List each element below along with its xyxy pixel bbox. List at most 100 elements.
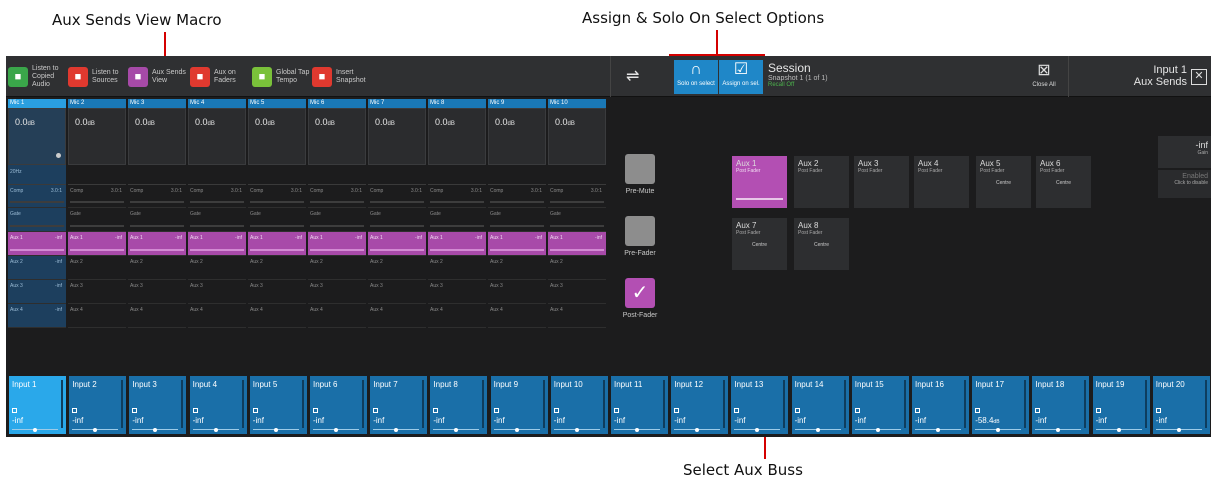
input-channel[interactable]: Input 15 -inf bbox=[851, 376, 909, 434]
input-channel[interactable]: Input 20 -inf bbox=[1152, 376, 1210, 434]
input-fader-knob[interactable] bbox=[815, 428, 820, 432]
close-panel-button[interactable]: ✕ bbox=[1191, 69, 1207, 85]
aux-tile-5[interactable]: Aux 5 Post Fader Centre bbox=[976, 156, 1031, 208]
input-fader-knob[interactable] bbox=[574, 428, 579, 432]
strip-hpf[interactable] bbox=[548, 165, 606, 185]
strip-gate[interactable]: Gate bbox=[428, 208, 486, 232]
enabled-toggle[interactable]: Enabled Click to disable bbox=[1158, 170, 1211, 198]
strip-aux-4-send[interactable]: Aux 4 bbox=[248, 304, 306, 328]
input-fader-knob[interactable] bbox=[875, 428, 880, 432]
input-fader-knob[interactable] bbox=[1176, 428, 1181, 432]
strip-aux-1-send[interactable]: Aux 1 -inf bbox=[548, 232, 606, 256]
input-fader-knob[interactable] bbox=[213, 428, 218, 432]
strip-aux-1-send[interactable]: Aux 1 -inf bbox=[188, 232, 246, 256]
toolbar-button-tap-tempo[interactable]: ■ Global Tap Tempo bbox=[252, 65, 310, 89]
strip-aux-2-send[interactable]: Aux 2 bbox=[488, 256, 546, 280]
strip-aux-4-send[interactable]: Aux 4 -inf bbox=[8, 304, 66, 328]
strip-comp[interactable]: Comp 3.0:1 bbox=[368, 185, 426, 208]
strip-aux-3-send[interactable]: Aux 3 bbox=[368, 280, 426, 304]
input-fader-knob[interactable] bbox=[635, 428, 639, 432]
toolbar-button-aux-sends[interactable]: ■ Aux Sends View bbox=[128, 65, 186, 89]
channel-strip[interactable]: Mic 10 0.0dB Comp 3.0:1 Gate Aux 1 -inf Aux 2 Au… bbox=[548, 99, 606, 369]
strip-gate[interactable]: Gate bbox=[128, 208, 186, 232]
input-channel[interactable]: Input 6 -inf bbox=[310, 376, 367, 434]
strip-hpf[interactable] bbox=[128, 165, 186, 185]
strip-gain[interactable]: 0.0dB bbox=[308, 108, 366, 165]
strip-hpf[interactable] bbox=[488, 165, 546, 185]
strip-aux-2-send[interactable]: Aux 2 bbox=[548, 256, 606, 280]
channel-strip[interactable]: Mic 1 0.0dB 20Hz Comp 3.0:1 Gate Aux 1 -inf Aux … bbox=[8, 99, 66, 369]
strip-aux-1-send[interactable]: Aux 1 -inf bbox=[368, 232, 426, 256]
strip-aux-3-send[interactable]: Aux 3 bbox=[188, 280, 246, 304]
toolbar-button-headphones[interactable]: ■ Listen to Copied Audio bbox=[8, 65, 66, 89]
strip-comp[interactable]: Comp 3.0:1 bbox=[248, 185, 306, 208]
strip-aux-2-send[interactable]: Aux 2 bbox=[68, 256, 126, 280]
toolbar-button-faders[interactable]: ■ Aux on Faders bbox=[190, 65, 248, 89]
strip-aux-2-send[interactable]: Aux 2 bbox=[428, 256, 486, 280]
strip-gain[interactable]: 0.0dB bbox=[128, 108, 186, 165]
strip-aux-3-send[interactable]: Aux 3 bbox=[68, 280, 126, 304]
input-fader-knob[interactable] bbox=[1116, 428, 1121, 432]
strip-hpf[interactable] bbox=[428, 165, 486, 185]
input-fader-knob[interactable] bbox=[454, 428, 459, 432]
input-channel[interactable]: Input 4 -inf bbox=[189, 376, 247, 434]
strip-aux-2-send[interactable]: Aux 2 -inf bbox=[8, 256, 66, 280]
input-channel[interactable]: Input 10 -inf bbox=[550, 376, 608, 434]
aux-tile-4[interactable]: Aux 4 Post Fader bbox=[914, 156, 969, 208]
input-channel[interactable]: Input 1 -inf bbox=[9, 376, 66, 434]
strip-aux-2-send[interactable]: Aux 2 bbox=[368, 256, 426, 280]
input-channel[interactable]: Input 5 -inf bbox=[249, 376, 307, 434]
toolbar-button-listen[interactable]: ■ Listen to Sources bbox=[68, 65, 126, 89]
channel-strip[interactable]: Mic 4 0.0dB Comp 3.0:1 Gate Aux 1 -inf Aux 2 Aux… bbox=[188, 99, 246, 369]
strip-aux-3-send[interactable]: Aux 3 bbox=[248, 280, 306, 304]
strip-aux-3-send[interactable]: Aux 3 bbox=[128, 280, 186, 304]
strip-aux-1-send[interactable]: Aux 1 -inf bbox=[128, 232, 186, 256]
strip-aux-3-send[interactable]: Aux 3 bbox=[488, 280, 546, 304]
strip-aux-1-send[interactable]: Aux 1 -inf bbox=[8, 232, 66, 256]
strip-gain[interactable]: 0.0dB bbox=[8, 108, 66, 165]
strip-aux-3-send[interactable]: Aux 3 -inf bbox=[8, 280, 66, 304]
input-channel[interactable]: Input 17 -58.4dB bbox=[972, 376, 1030, 434]
strip-gain[interactable]: 0.0dB bbox=[368, 108, 426, 165]
strip-aux-1-send[interactable]: Aux 1 -inf bbox=[488, 232, 546, 256]
aux-tile-1[interactable]: Aux 1 Post Fader bbox=[732, 156, 787, 208]
strip-aux-4-send[interactable]: Aux 4 bbox=[428, 304, 486, 328]
strip-comp[interactable]: Comp 3.0:1 bbox=[548, 185, 606, 208]
strip-aux-4-send[interactable]: Aux 4 bbox=[548, 304, 606, 328]
channel-strip[interactable]: Mic 8 0.0dB Comp 3.0:1 Gate Aux 1 -inf Aux 2 Aux… bbox=[428, 99, 486, 369]
input-fader-knob[interactable] bbox=[33, 428, 37, 432]
assign-on-select-button[interactable]: ☑ Assign on sel. bbox=[719, 60, 763, 94]
strip-aux-2-send[interactable]: Aux 2 bbox=[188, 256, 246, 280]
strip-aux-4-send[interactable]: Aux 4 bbox=[308, 304, 366, 328]
input-fader-knob[interactable] bbox=[996, 428, 1001, 432]
strip-gate[interactable]: Gate bbox=[488, 208, 546, 232]
strip-gate[interactable]: Gate bbox=[368, 208, 426, 232]
strip-gate[interactable]: Gate bbox=[8, 208, 66, 232]
input-channel[interactable]: Input 2 -inf bbox=[69, 376, 127, 434]
strip-hpf[interactable] bbox=[68, 165, 126, 185]
strip-aux-4-send[interactable]: Aux 4 bbox=[128, 304, 186, 328]
strip-aux-1-send[interactable]: Aux 1 -inf bbox=[428, 232, 486, 256]
strip-aux-2-send[interactable]: Aux 2 bbox=[308, 256, 366, 280]
strip-comp[interactable]: Comp 3.0:1 bbox=[188, 185, 246, 208]
input-fader-knob[interactable] bbox=[153, 428, 158, 432]
input-channel[interactable]: Input 16 -inf bbox=[912, 376, 969, 434]
session-info[interactable]: Session Snapshot 1 (1 of 1) Recall Off bbox=[768, 61, 828, 88]
input-channel[interactable]: Input 13 -inf bbox=[731, 376, 789, 434]
strip-aux-4-send[interactable]: Aux 4 bbox=[368, 304, 426, 328]
strip-gate[interactable]: Gate bbox=[188, 208, 246, 232]
channel-strip[interactable]: Mic 5 0.0dB Comp 3.0:1 Gate Aux 1 -inf Aux 2 Aux… bbox=[248, 99, 306, 369]
strip-aux-4-send[interactable]: Aux 4 bbox=[488, 304, 546, 328]
input-fader-knob[interactable] bbox=[1056, 428, 1061, 432]
strip-gate[interactable]: Gate bbox=[248, 208, 306, 232]
input-fader-knob[interactable] bbox=[93, 428, 98, 432]
aux-tile-8[interactable]: Aux 8 Post Fader Centre bbox=[794, 218, 849, 270]
close-all-button[interactable]: ⊠ Close All bbox=[1024, 60, 1064, 94]
channel-strip[interactable]: Mic 2 0.0dB Comp 3.0:1 Gate Aux 1 -inf Aux 2 Aux… bbox=[68, 99, 126, 369]
strip-comp[interactable]: Comp 3.0:1 bbox=[128, 185, 186, 208]
routing-icon[interactable]: ⇌ bbox=[626, 66, 656, 86]
strip-gain[interactable]: 0.0dB bbox=[428, 108, 486, 165]
strip-aux-1-send[interactable]: Aux 1 -inf bbox=[248, 232, 306, 256]
strip-gain[interactable]: 0.0dB bbox=[68, 108, 126, 165]
strip-hpf[interactable] bbox=[188, 165, 246, 185]
